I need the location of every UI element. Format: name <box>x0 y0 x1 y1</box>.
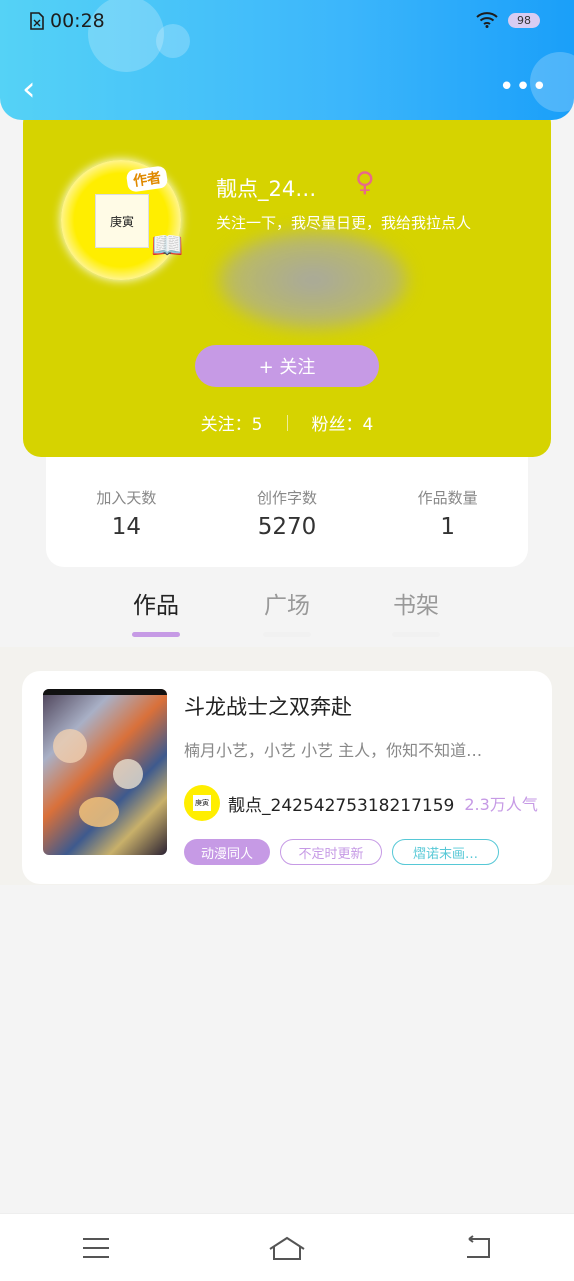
status-bar-time: 00:28 <box>30 10 105 32</box>
cover-art <box>53 729 87 763</box>
profile-name: 靓点_24… <box>216 177 317 201</box>
author-mini-avatar: 庚寅 <box>184 785 220 821</box>
tab-label: 广场 <box>264 593 310 619</box>
stat-value: 5270 <box>257 514 317 540</box>
work-author-row: 庚寅 靓点_24254275318217159 2.3万人气 <box>184 785 552 821</box>
stat-label: 加入天数 <box>96 489 157 507</box>
stat-label: 作品数量 <box>417 489 478 507</box>
tab-label: 作品 <box>133 593 179 619</box>
work-popularity: 2.3万人气 <box>464 795 538 814</box>
tab-works[interactable]: 作品 <box>106 586 206 637</box>
tab-label: 书架 <box>393 593 439 619</box>
work-author-name: 靓点_24254275318217159 <box>228 795 455 816</box>
following-count[interactable]: 关注：5 <box>201 410 263 435</box>
work-card[interactable]: 斗龙战士之双奔赴 楠月小艺，小艺 小艺 主人，你知不知道… 庚寅 靓点_2425… <box>22 671 552 884</box>
work-tags: 动漫同人 不定时更新 熠诺末画… <box>184 839 499 865</box>
works-list: 斗龙战士之双奔赴 楠月小艺，小艺 小艺 主人，你知不知道… 庚寅 靓点_2425… <box>0 647 574 885</box>
back-arrow-icon[interactable]: ‹ <box>22 72 36 106</box>
tab-indicator <box>392 632 440 637</box>
tag-chip[interactable]: 不定时更新 <box>280 839 382 865</box>
return-icon[interactable] <box>448 1228 508 1268</box>
wifi-icon <box>476 12 498 28</box>
cover-art <box>113 759 143 789</box>
sim-card-icon <box>30 12 44 30</box>
work-title[interactable]: 斗龙战士之双奔赴 <box>184 691 352 721</box>
follow-stats: 关注：5 粉丝：4 <box>23 410 551 435</box>
system-nav-bar <box>0 1213 574 1281</box>
divider <box>286 414 288 431</box>
profile-bio: 关注一下，我尽量日更，我给我拉点人 <box>216 214 472 232</box>
tag-chip[interactable]: 熠诺末画… <box>392 839 499 865</box>
tab-square[interactable]: 广场 <box>237 586 337 637</box>
stat-label: 创作字数 <box>257 489 318 507</box>
mini-avatar-text: 庚寅 <box>193 795 211 811</box>
status-bar-right: 98 <box>476 12 540 28</box>
battery-indicator: 98 <box>508 12 540 28</box>
tab-indicator <box>263 632 311 637</box>
follow-button[interactable]: + 关注 <box>195 345 379 387</box>
top-header: 00:28 98 ‹ ••• <box>0 0 574 120</box>
stat-join-days: 加入天数 14 <box>46 457 207 567</box>
stat-value: 14 <box>111 514 141 540</box>
home-icon[interactable] <box>257 1228 317 1268</box>
tab-bookshelf[interactable]: 书架 <box>366 586 466 637</box>
avatar-text: 庚寅 <box>95 194 149 248</box>
time-text: 00:28 <box>50 10 105 32</box>
more-icon[interactable]: ••• <box>499 72 548 102</box>
profile-card: 庚寅 作者 📖 靓点_24… ♀ 关注一下，我尽量日更，我给我拉点人 + 关注 … <box>23 105 551 457</box>
book-cover[interactable] <box>43 689 167 855</box>
tab-indicator <box>132 632 180 637</box>
stat-word-count: 创作字数 5270 <box>207 457 368 567</box>
blurred-image <box>218 230 408 330</box>
tab-bar: 作品 广场 书架 <box>0 580 574 642</box>
work-description: 楠月小艺，小艺 小艺 主人，你知不知道… <box>184 741 483 760</box>
stat-works-count: 作品数量 1 <box>367 457 528 567</box>
stats-card: 加入天数 14 创作字数 5270 作品数量 1 <box>46 457 528 567</box>
fans-count[interactable]: 粉丝：4 <box>312 410 374 435</box>
menu-icon[interactable] <box>66 1228 126 1268</box>
female-icon: ♀ <box>355 167 375 198</box>
decor-bubble <box>156 24 190 58</box>
tag-chip[interactable]: 动漫同人 <box>184 839 270 865</box>
stat-value: 1 <box>440 514 455 540</box>
cover-art <box>79 797 119 827</box>
book-icon: 📖 <box>151 231 184 261</box>
